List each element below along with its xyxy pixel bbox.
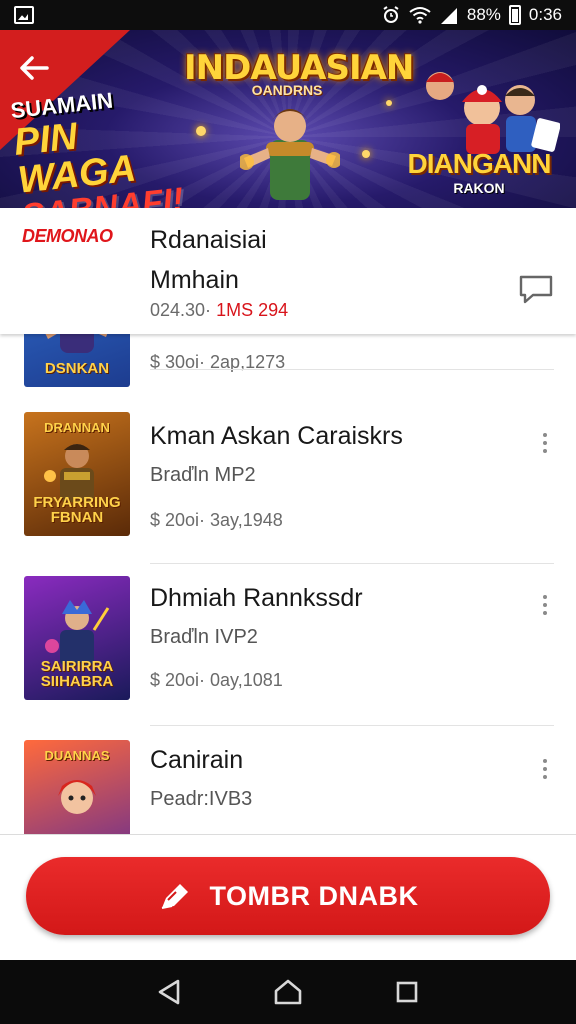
wifi-icon	[409, 7, 431, 24]
item-subtitle: Peadr:IVB3	[150, 788, 253, 810]
message-icon[interactable]	[518, 272, 554, 306]
thumbnail-caption: DSNKAN	[44, 360, 110, 378]
primary-action-label: TOMBR DNABK	[209, 880, 419, 911]
divider	[150, 725, 554, 726]
clock: 0:36	[528, 5, 562, 24]
more-options-button[interactable]	[534, 754, 556, 784]
home-icon	[274, 979, 302, 1005]
system-navigation-bar	[0, 960, 576, 1024]
nav-home-button[interactable]	[270, 974, 306, 1010]
item-subtitle: Braďln MP2	[150, 464, 256, 486]
battery-icon	[508, 5, 521, 25]
featured-price-highlight: 1MS 294	[216, 300, 289, 320]
triangle-back-icon	[159, 979, 180, 1005]
item-title[interactable]: Dhmiah Rannkssdr	[150, 584, 363, 613]
bottom-action-bar: TOMBR DNABK	[0, 834, 576, 960]
sparkle-icon	[386, 100, 392, 106]
alarm-icon	[383, 6, 399, 23]
character-art	[58, 780, 96, 814]
banner-right-logo: DIANGANN RAKON	[404, 148, 554, 196]
game-thumbnail[interactable]: DUANNAS	[24, 740, 130, 834]
item-title[interactable]: Kman Askan Caraiskrs	[150, 422, 403, 451]
thumbnail-caption: SAIRIRRA SIIHABRA	[40, 657, 114, 691]
item-subtitle: Braďln IVP2	[150, 626, 258, 648]
square-recents-icon	[396, 981, 417, 1003]
kids-characters-illustration	[426, 72, 560, 154]
item-title[interactable]: Canirain	[150, 746, 243, 775]
back-button[interactable]	[14, 48, 54, 88]
primary-action-button[interactable]: TOMBR DNABK	[26, 857, 550, 935]
more-dot	[543, 767, 547, 771]
list-item[interactable]: SAIRIRRA SIIHABRA Dhmiah Rannkssdr Braďl…	[0, 564, 576, 726]
featured-price: 024.30· 1MS 294	[150, 300, 288, 321]
battery-percent: 88%	[466, 5, 501, 24]
more-options-button[interactable]	[534, 590, 556, 620]
more-options-button[interactable]	[534, 428, 556, 458]
signal-icon	[440, 8, 457, 24]
featured-price-prefix: 024.30·	[150, 300, 212, 320]
featured-title-line-1: Rdanaisiai	[150, 226, 267, 254]
more-dot	[543, 603, 547, 607]
list-item[interactable]: DRANNAN FRYARRING FBNAN Kman Askan Carai…	[0, 402, 576, 564]
divider	[150, 369, 554, 370]
banner-right-title: DIANGANN	[407, 148, 552, 179]
more-dot	[543, 595, 547, 599]
banner-subtitle: OANDRNS	[251, 82, 323, 98]
edit-icon	[161, 884, 188, 909]
featured-item-header[interactable]: DEMONAO Rdanaisiai Mmhain 024.30· 1MS 29…	[0, 208, 576, 334]
banner-right-subtitle: RAKON	[453, 180, 505, 196]
status-bar: 88% 0:36	[0, 0, 576, 30]
hero-character-illustration	[240, 109, 340, 200]
nav-recents-button[interactable]	[389, 974, 425, 1010]
banner-promo-text: SUAMAIN PIN WAGA SABNAFI!	[9, 78, 212, 208]
list-item[interactable]: DUANNAS Canirain Peadr:IVB3	[0, 728, 576, 834]
thumbnail-caption-top: DUANNAS	[44, 748, 110, 763]
nav-back-button[interactable]	[151, 974, 187, 1010]
more-dot	[543, 611, 547, 615]
brand-tag: DEMONAO	[22, 226, 113, 246]
more-dot	[543, 449, 547, 453]
thumbnail-caption: FRYARRING FBNAN	[33, 493, 121, 527]
gallery-notification-icon	[14, 6, 34, 24]
item-meta: $ 20oi· 3ay,1948	[150, 510, 283, 530]
game-thumbnail[interactable]: SAIRIRRA SIIHABRA	[24, 576, 130, 700]
more-dot	[543, 441, 547, 445]
more-dot	[543, 759, 547, 763]
item-meta: $ 20oi· 0ay,1081	[150, 670, 283, 690]
more-dot	[543, 775, 547, 779]
thumbnail-caption-top: DRANNAN	[44, 420, 110, 435]
more-dot	[543, 433, 547, 437]
sparkle-icon	[362, 150, 370, 158]
game-thumbnail[interactable]: DRANNAN FRYARRING FBNAN	[24, 412, 130, 536]
featured-title-line-2: Mmhain	[150, 266, 239, 294]
hero-banner[interactable]: SUAMAIN PIN WAGA SABNAFI! INDAUASIAN OAN…	[0, 30, 576, 208]
arrow-left-icon	[20, 56, 49, 80]
